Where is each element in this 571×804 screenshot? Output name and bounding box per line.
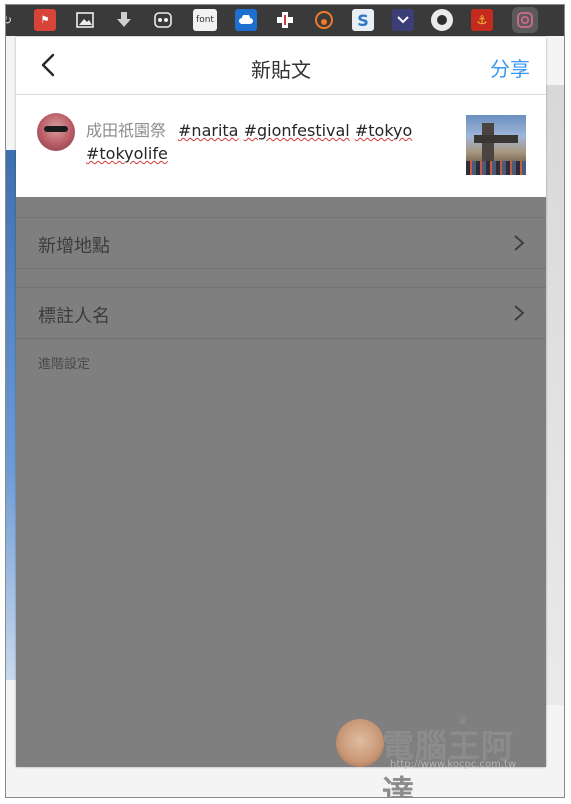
add-location-label: 新增地點 [38,236,110,257]
top-nav-bar: 新貼文 分享 [16,37,546,95]
caption-text: 成田祇園祭 [86,121,167,140]
bitly-icon[interactable] [313,9,335,31]
background-page-scroll [544,85,564,705]
page-title: 新貼文 [251,58,311,82]
hashtag: #tokyo [354,121,413,140]
refresh-icon[interactable]: ↻ [6,9,18,31]
image-icon[interactable] [74,9,96,31]
caption-field[interactable]: 成田祇園祭 #narita #gionfestival #tokyo #tokyo… [86,119,451,165]
new-post-panel: 新貼文 分享 成田祇園祭 #narita #gionfestival #tokyo… [16,37,546,767]
screenshot-frame: ↻ ⚑ font S ⚓ [5,4,565,798]
avatar [37,113,75,151]
tag-people-label: 標註人名 [38,306,110,327]
chevron-right-icon [514,235,525,251]
add-location-row[interactable]: 新增地點 [16,217,546,269]
pocket-icon[interactable] [392,9,414,31]
instagram-icon[interactable] [512,7,538,33]
advanced-settings-link[interactable]: 進階設定 [38,353,90,372]
red-ext-icon[interactable]: ⚓ [471,9,493,31]
plus-icon[interactable] [274,9,296,31]
post-composer: 成田祇園祭 #narita #gionfestival #tokyo #tokyo… [16,95,546,197]
tag-people-row[interactable]: 標註人名 [16,287,546,339]
watermark-url: http://www.kocpc.com.tw [390,759,517,770]
badge-icon[interactable]: ⚑ [34,9,56,31]
chevron-right-icon [514,305,525,321]
download-icon[interactable] [113,9,135,31]
hashtag: #gionfestival [243,121,350,140]
browser-extension-toolbar: ↻ ⚑ font S ⚓ [6,5,564,36]
font-icon[interactable]: font [193,9,217,31]
share-button[interactable]: 分享 [490,53,530,82]
ghostery-icon[interactable] [152,9,174,31]
watermark: ♛ 電腦王阿達 http://www.kocpc.com.tw [336,713,546,797]
post-thumbnail[interactable] [466,115,526,175]
cloud-icon[interactable] [235,9,257,31]
hashtag: #narita [178,121,239,140]
s-icon[interactable]: S [352,9,374,31]
hashtag: #tokyolife [86,144,168,163]
tracker-icon[interactable] [431,9,453,31]
watermark-mascot-icon [336,719,384,767]
